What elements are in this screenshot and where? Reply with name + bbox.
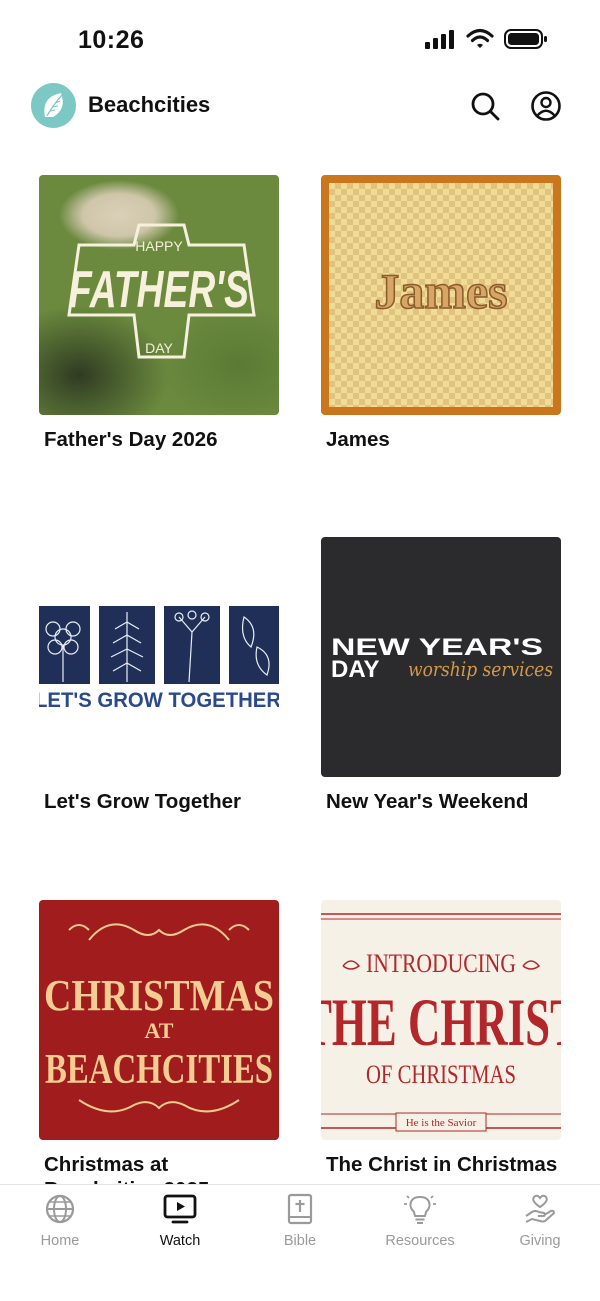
tv-play-icon bbox=[163, 1194, 197, 1224]
series-card-the-christ[interactable]: INTRODUCING THE CHRIST OF CHRISTMAS He i… bbox=[321, 900, 561, 1177]
tab-label: Bible bbox=[283, 1233, 317, 1249]
tab-giving[interactable]: Giving bbox=[480, 1193, 600, 1249]
tab-home[interactable]: Home bbox=[0, 1193, 120, 1249]
svg-text:HAPPY: HAPPY bbox=[135, 238, 183, 254]
series-card-fathers-day[interactable]: HAPPY FATHER'S DAY Father's Day 2026 bbox=[39, 175, 279, 452]
svg-text:James: James bbox=[374, 263, 507, 319]
the-christ-artwork: INTRODUCING THE CHRIST OF CHRISTMAS He i… bbox=[321, 913, 561, 1132]
series-thumbnail: CHRISTMAS AT BEACHCITIES bbox=[39, 900, 279, 1140]
bible-icon bbox=[287, 1193, 313, 1225]
svg-text:LET'S GROW TOGETHER: LET'S GROW TOGETHER bbox=[39, 689, 279, 712]
series-card-christmas-at-beachcities[interactable]: CHRISTMAS AT BEACHCITIES Christmas at Be… bbox=[39, 900, 279, 1185]
series-title: Father's Day 2026 bbox=[44, 428, 218, 451]
status-bar: 10:26 bbox=[0, 0, 600, 80]
svg-text:AT: AT bbox=[145, 1018, 174, 1043]
leaf-icon bbox=[44, 93, 63, 117]
series-card-new-years[interactable]: NEW YEAR'S DAY worship services New Year… bbox=[321, 537, 561, 814]
app-header: Beachcities bbox=[0, 80, 600, 136]
search-button[interactable] bbox=[468, 89, 502, 123]
series-thumbnail: LET'S GROW TOGETHER bbox=[39, 537, 279, 777]
series-card-james[interactable]: James James bbox=[321, 175, 561, 452]
status-icons bbox=[424, 28, 548, 50]
tab-bible[interactable]: Bible bbox=[240, 1193, 360, 1249]
tab-label: Home bbox=[40, 1233, 80, 1249]
svg-text:BEACHCITIES: BEACHCITIES bbox=[45, 1047, 273, 1093]
svg-text:FATHER'S: FATHER'S bbox=[69, 261, 249, 319]
status-time: 10:26 bbox=[78, 26, 145, 54]
beachcities-logo[interactable] bbox=[31, 83, 76, 128]
svg-text:He is the Savior: He is the Savior bbox=[406, 1117, 477, 1129]
series-title: The Christ in Christmas bbox=[326, 1153, 558, 1176]
svg-text:OF CHRISTMAS: OF CHRISTMAS bbox=[366, 1060, 516, 1089]
globe-icon bbox=[45, 1194, 75, 1224]
series-title: New Year's Weekend bbox=[326, 790, 529, 813]
lets-grow-artwork: LET'S GROW TOGETHER bbox=[39, 606, 279, 712]
series-thumbnail: James bbox=[321, 175, 561, 415]
svg-text:DAY: DAY bbox=[145, 340, 173, 356]
tab-label: Watch bbox=[159, 1233, 201, 1249]
search-icon bbox=[471, 92, 500, 121]
james-artwork: James bbox=[374, 262, 509, 320]
fathers-day-artwork: HAPPY FATHER'S DAY bbox=[67, 223, 256, 359]
svg-text:INTRODUCING: INTRODUCING bbox=[366, 949, 516, 978]
lightbulb-icon bbox=[404, 1195, 436, 1224]
christmas-artwork: CHRISTMAS AT BEACHCITIES bbox=[44, 923, 274, 1113]
series-grid: HAPPY FATHER'S DAY Father's Day 2026 Jam… bbox=[0, 0, 600, 1185]
wifi-icon bbox=[466, 28, 494, 48]
series-title: James bbox=[326, 428, 390, 451]
tab-watch[interactable]: Watch bbox=[120, 1193, 240, 1249]
svg-text:DAY: DAY bbox=[331, 656, 379, 683]
signal-icon bbox=[425, 30, 454, 49]
tab-resources[interactable]: Resources bbox=[360, 1193, 480, 1249]
tab-bar: Home Watch Bible Resources Giving bbox=[0, 1184, 600, 1301]
new-years-artwork: NEW YEAR'S DAY worship services bbox=[331, 634, 553, 683]
tab-label: Giving bbox=[519, 1233, 561, 1249]
profile-button[interactable] bbox=[529, 89, 563, 123]
series-card-lets-grow-together[interactable]: LET'S GROW TOGETHER Let's Grow Together bbox=[39, 537, 279, 814]
profile-icon bbox=[531, 91, 561, 121]
svg-text:worship services: worship services bbox=[408, 657, 553, 681]
tab-label: Resources bbox=[385, 1233, 455, 1249]
svg-text:CHRISTMAS: CHRISTMAS bbox=[44, 971, 274, 1020]
series-thumbnail: HAPPY FATHER'S DAY bbox=[39, 175, 279, 415]
battery-icon bbox=[504, 29, 547, 49]
app-title: Beachcities bbox=[88, 92, 211, 117]
svg-text:THE CHRIST: THE CHRIST bbox=[321, 984, 561, 1060]
hand-heart-icon bbox=[525, 1194, 556, 1223]
series-title: Let's Grow Together bbox=[44, 790, 241, 813]
series-thumbnail: INTRODUCING THE CHRIST OF CHRISTMAS He i… bbox=[321, 900, 561, 1140]
series-thumbnail: NEW YEAR'S DAY worship services bbox=[321, 537, 561, 777]
series-title: Christmas at Beachcities 2025 bbox=[44, 1153, 209, 1185]
